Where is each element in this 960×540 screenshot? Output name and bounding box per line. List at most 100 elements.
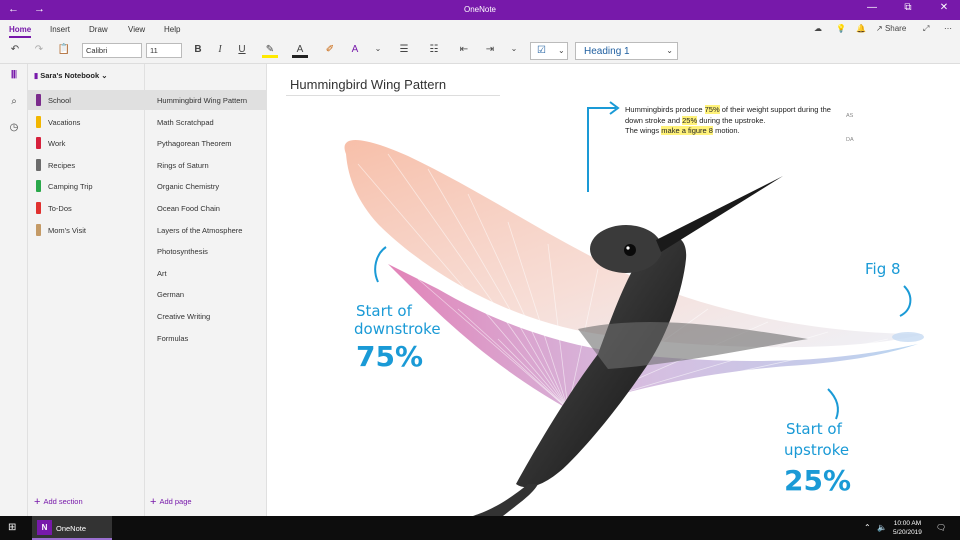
page-list: Hummingbird Wing Pattern Math Scratchpad P…: [145, 64, 267, 516]
more-icon[interactable]: ⋯: [944, 24, 952, 33]
page-item[interactable]: Organic Chemistry: [145, 176, 267, 196]
redo-icon[interactable]: ↷: [31, 44, 47, 55]
chevron-down-icon: ⌄: [666, 46, 673, 55]
chevron-down-icon[interactable]: ⌄: [370, 44, 386, 53]
notebooks-icon[interactable]: 𝄃𝄃: [6, 70, 22, 81]
notebook-selector[interactable]: ▮ Sara's Notebook ⌄: [34, 71, 108, 80]
page-label: Art: [157, 268, 167, 278]
indent-icon[interactable]: ⇥: [482, 44, 498, 55]
bell-icon[interactable]: 🔔: [856, 24, 866, 33]
font-size-field[interactable]: 11: [146, 43, 182, 58]
chevron-up-icon[interactable]: ⌃: [864, 523, 871, 532]
close-icon[interactable]: ✕: [934, 2, 954, 13]
clipboard-icon[interactable]: 📋: [56, 44, 72, 55]
notification-icon[interactable]: 🗨: [936, 523, 946, 532]
section-item[interactable]: To-Dos: [28, 198, 145, 218]
page-label: German: [157, 290, 185, 300]
section-color-tab: [36, 94, 41, 106]
todo-tag-button[interactable]: ☑ ⌄: [530, 42, 568, 60]
section-item[interactable]: Mom's Visit: [28, 220, 145, 240]
page-item[interactable]: Art: [145, 263, 267, 283]
clock-time: 10:00 AM: [893, 520, 922, 527]
ink-start-of-upstroke-2[interactable]: upstroke: [784, 441, 849, 459]
page-label: Creative Writing: [157, 312, 211, 321]
recent-icon[interactable]: ◷: [6, 122, 22, 133]
hummingbird-illustration: [344, 101, 924, 516]
section-item[interactable]: Work: [28, 133, 145, 153]
section-label: Work: [48, 139, 66, 149]
window-title: OneNote: [463, 5, 497, 14]
share-button[interactable]: ↗ Share: [876, 24, 906, 33]
undo-icon[interactable]: ↶: [7, 44, 23, 55]
page-item[interactable]: Ocean Food Chain: [145, 198, 267, 218]
page-label: Pythagorean Theorem: [157, 139, 232, 149]
highlight-icon[interactable]: ✎: [262, 44, 278, 58]
ink-upstroke-percent[interactable]: 25%: [784, 464, 851, 497]
taskbar-app-onenote[interactable]: N OneNote: [32, 516, 112, 540]
search-icon[interactable]: ⌕: [6, 96, 22, 107]
volume-icon[interactable]: 🔈: [877, 523, 887, 532]
ink-start-of-downstroke-2[interactable]: downstroke: [354, 320, 441, 338]
section-item[interactable]: Vacations: [28, 112, 145, 132]
italic-icon[interactable]: I: [212, 44, 228, 55]
numbered-list-icon[interactable]: ☷: [426, 44, 442, 55]
note-paragraph[interactable]: Hummingbirds produce 75% of their weight…: [625, 105, 845, 137]
outdent-icon[interactable]: ⇤: [456, 44, 472, 55]
styles-icon[interactable]: A: [347, 44, 363, 55]
section-label: School: [48, 96, 71, 105]
add-page-button[interactable]: + Add page: [150, 496, 192, 508]
section-item[interactable]: School: [28, 90, 145, 110]
section-item[interactable]: Camping Trip: [28, 176, 145, 196]
page-label: Layers of the Atmosphere: [157, 225, 243, 235]
note-line-1: Hummingbirds produce 75% of their weight…: [625, 105, 845, 126]
page-item[interactable]: Layers of the Atmosphere: [145, 220, 267, 240]
chevron-down-icon[interactable]: ⌄: [506, 44, 522, 53]
page-item[interactable]: Photosynthesis: [145, 241, 267, 261]
windows-start-icon[interactable]: ⊞: [8, 522, 16, 533]
tab-home[interactable]: Home: [9, 25, 32, 38]
ink-start-of-upstroke-1[interactable]: Start of: [786, 420, 842, 438]
underline-icon[interactable]: U: [234, 44, 250, 55]
ink-fig-8[interactable]: Fig 8: [865, 260, 901, 278]
page-item[interactable]: Math Scratchpad: [145, 112, 267, 132]
chevron-down-icon: ⌄: [101, 71, 108, 80]
nav-rail: 𝄃𝄃 ⌕ ◷: [0, 64, 28, 516]
page-item[interactable]: Pythagorean Theorem: [145, 133, 267, 153]
page-canvas[interactable]: Hummingbird Wing Pattern Hummingbirds pr…: [268, 64, 960, 516]
page-item[interactable]: Hummingbird Wing Pattern: [145, 90, 267, 110]
page-label: Math Scratchpad: [157, 117, 214, 127]
bullet-list-icon[interactable]: ☰: [396, 44, 412, 55]
font-name-field[interactable]: Calibri: [82, 43, 142, 58]
bold-icon[interactable]: B: [190, 44, 206, 55]
tab-draw[interactable]: Draw: [89, 25, 108, 34]
tab-view[interactable]: View: [128, 25, 145, 34]
style-value: Heading 1: [584, 46, 630, 57]
note-text: The wings: [625, 126, 662, 135]
page-item[interactable]: Rings of Saturn: [145, 155, 267, 175]
tab-help[interactable]: Help: [164, 25, 180, 34]
checkbox-icon: ☑: [537, 45, 546, 56]
taskbar-clock[interactable]: 10:00 AM 5/20/2019: [893, 519, 922, 537]
tab-insert[interactable]: Insert: [50, 25, 70, 34]
add-section-button[interactable]: + Add section: [34, 496, 83, 508]
note-text: during the upstroke.: [697, 115, 766, 125]
minimize-icon[interactable]: —: [862, 2, 882, 13]
section-item[interactable]: Recipes: [28, 155, 145, 175]
page-item[interactable]: Formulas: [145, 328, 267, 348]
style-dropdown[interactable]: Heading 1 ⌄: [575, 42, 678, 60]
page-label: Photosynthesis: [157, 247, 208, 257]
font-color-icon[interactable]: A: [292, 44, 308, 58]
sync-icon[interactable]: ☁: [814, 24, 822, 33]
page-label: Formulas: [157, 333, 189, 343]
ink-start-of-downstroke-1[interactable]: Start of: [356, 302, 412, 320]
ink-downstroke-percent[interactable]: 75%: [356, 340, 423, 373]
add-page-label: Add page: [159, 497, 192, 506]
fullscreen-icon[interactable]: ⤢: [923, 24, 929, 34]
page-item[interactable]: German: [145, 284, 267, 304]
tag-as: AS: [846, 113, 854, 119]
highlighted-text: make a figure 8: [661, 126, 713, 135]
maximize-icon[interactable]: ⧉: [898, 2, 918, 13]
clear-format-icon[interactable]: ✐: [322, 44, 338, 55]
page-item[interactable]: Creative Writing: [145, 306, 267, 326]
lightbulb-icon[interactable]: 💡: [836, 24, 846, 33]
